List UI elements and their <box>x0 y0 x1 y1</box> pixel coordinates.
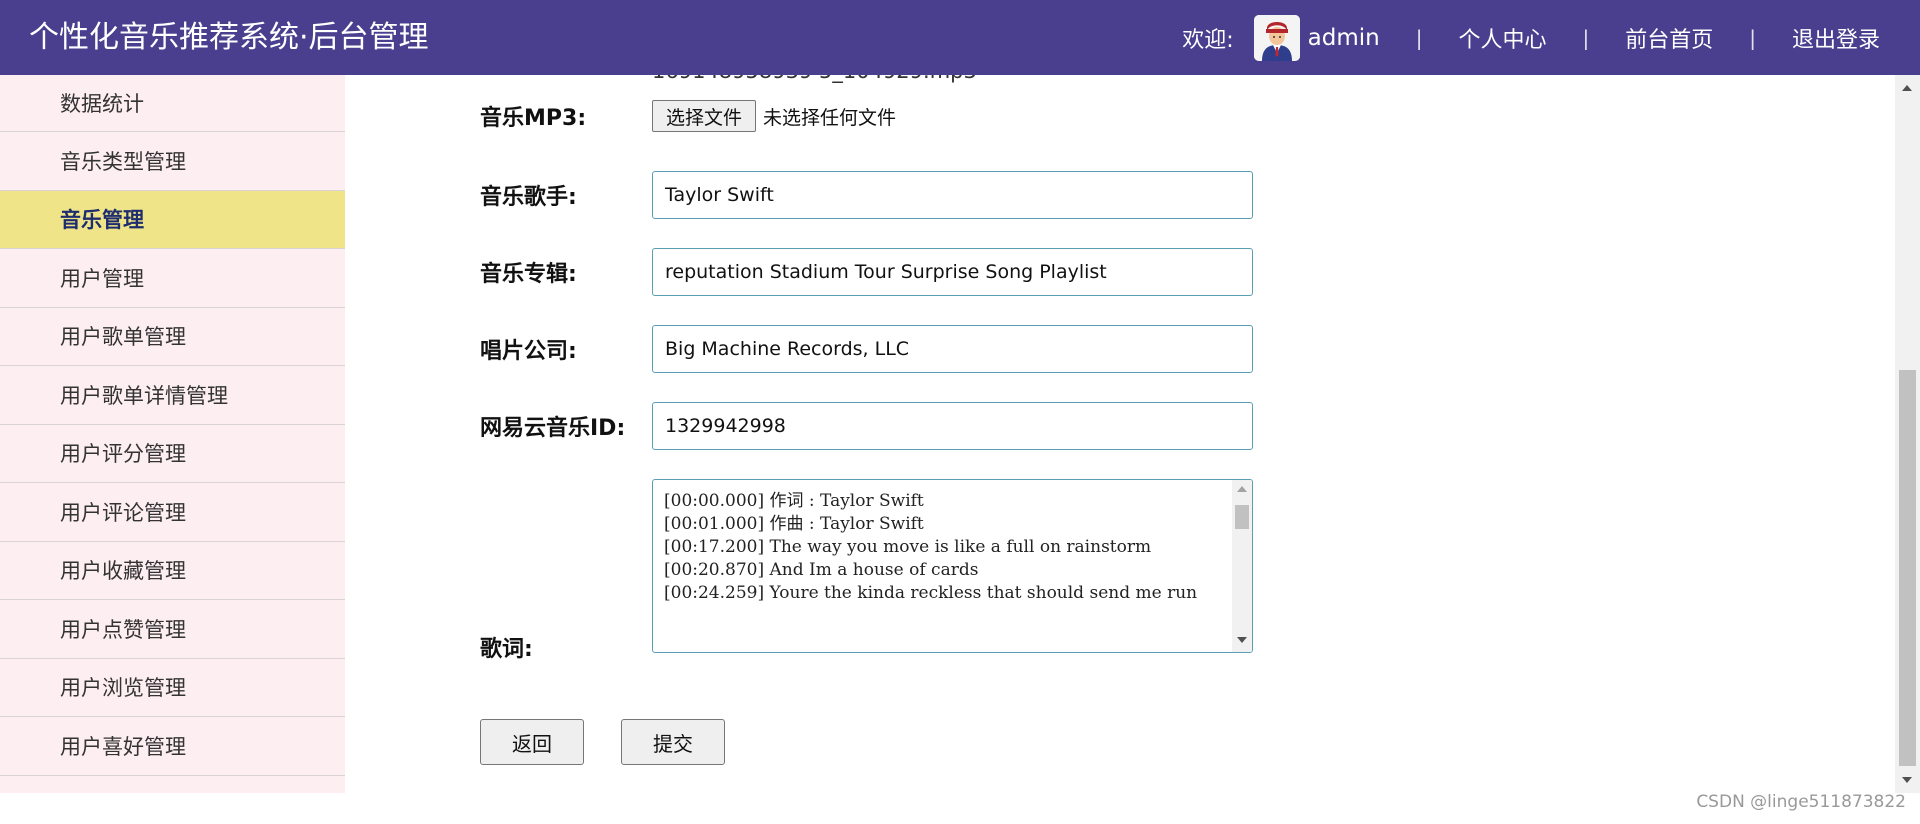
csdn-watermark: CSDN @linge511873822 <box>1696 792 1906 812</box>
current-username[interactable]: admin <box>1308 25 1380 51</box>
page-scroll-up-arrow-icon[interactable] <box>1902 85 1912 91</box>
sidebar-item-music[interactable]: 音乐管理 <box>0 190 345 249</box>
user-avatar-icon <box>1253 15 1300 61</box>
lyrics-label: 歌词: <box>480 637 533 662</box>
back-button[interactable]: 返回 <box>480 719 584 765</box>
album-input[interactable]: reputation Stadium Tour Surprise Song Pl… <box>652 248 1253 296</box>
scroll-up-arrow-icon[interactable] <box>1237 486 1247 492</box>
sidebar-item-user-preferences[interactable]: 用户喜好管理 <box>0 717 345 776</box>
netease-id-input[interactable]: 1329942998 <box>652 402 1253 450</box>
lyrics-textarea[interactable]: [00:00.000] 作词 : Taylor Swift [00:01.000… <box>652 479 1253 653</box>
choose-file-button[interactable]: 选择文件 <box>652 100 756 132</box>
current-mp3-filename: 169148958939 5_104929.mp3 <box>652 75 977 84</box>
top-header: 个性化音乐推荐系统·后台管理 欢迎: admin | 个人中心 | 前台首页 |… <box>0 0 1920 75</box>
file-status-text: 未选择任何文件 <box>763 106 897 129</box>
netease-id-label: 网易云音乐ID: <box>480 416 626 441</box>
lyrics-scroll-thumb[interactable] <box>1235 505 1249 529</box>
nav-profile-link[interactable]: 个人中心 <box>1458 22 1546 54</box>
album-row: 音乐专辑: reputation Stadium Tour Surprise S… <box>480 248 1253 296</box>
scroll-down-arrow-icon[interactable] <box>1237 637 1247 643</box>
submit-button[interactable]: 提交 <box>621 719 725 765</box>
lyrics-scrollbar[interactable] <box>1232 480 1252 652</box>
netease-id-row: 网易云音乐ID: 1329942998 <box>480 402 1253 450</box>
sidebar-item-playlist-details[interactable]: 用户歌单详情管理 <box>0 366 345 425</box>
album-label: 音乐专辑: <box>480 262 577 287</box>
artist-input[interactable]: Taylor Swift <box>652 171 1253 219</box>
sidebar-item-user-playlists[interactable]: 用户歌单管理 <box>0 308 345 366</box>
page-scrollbar[interactable] <box>1895 75 1920 793</box>
record-label-row: 唱片公司: Big Machine Records, LLC <box>480 325 1253 373</box>
sidebar-item-user-ratings[interactable]: 用户评分管理 <box>0 425 345 483</box>
mp3-row: 音乐MP3: 选择文件 未选择任何文件 <box>480 98 896 134</box>
app-title: 个性化音乐推荐系统·后台管理 <box>29 20 429 55</box>
sidebar-menu: 数据统计 音乐类型管理 音乐管理 用户管理 用户歌单管理 用户歌单详情管理 用户… <box>0 75 345 793</box>
main-content: 169148958939 5_104929.mp3 音乐MP3: 选择文件 未选… <box>345 75 1895 793</box>
nav-logout-link[interactable]: 退出登录 <box>1792 22 1880 54</box>
artist-label: 音乐歌手: <box>480 185 577 210</box>
welcome-text: 欢迎: <box>1182 28 1234 53</box>
page-scroll-thumb[interactable] <box>1899 370 1916 766</box>
sidebar-item-statistics[interactable]: 数据统计 <box>0 75 345 132</box>
sidebar-item-users[interactable]: 用户管理 <box>0 249 345 308</box>
sidebar-item-user-comments[interactable]: 用户评论管理 <box>0 483 345 542</box>
page-scroll-down-arrow-icon[interactable] <box>1902 777 1912 783</box>
mp3-label: 音乐MP3: <box>480 106 587 131</box>
nav-separator: | <box>1749 26 1756 50</box>
sidebar-item-music-types[interactable]: 音乐类型管理 <box>0 132 345 191</box>
nav-frontpage-link[interactable]: 前台首页 <box>1625 22 1713 54</box>
sidebar-item-user-favorites[interactable]: 用户收藏管理 <box>0 542 345 600</box>
nav-separator: | <box>1415 26 1423 50</box>
sidebar-item-user-likes[interactable]: 用户点赞管理 <box>0 600 345 659</box>
lyrics-text[interactable]: [00:00.000] 作词 : Taylor Swift [00:01.000… <box>664 490 1226 605</box>
record-label-input[interactable]: Big Machine Records, LLC <box>652 325 1253 373</box>
sidebar-item-user-browsing[interactable]: 用户浏览管理 <box>0 659 345 717</box>
nav-separator: | <box>1582 26 1590 50</box>
artist-row: 音乐歌手: Taylor Swift <box>480 171 1253 219</box>
record-label-label: 唱片公司: <box>480 339 577 364</box>
top-nav: 欢迎: admin | 个人中心 | 前台首页 | 退出登录 <box>1182 15 1880 61</box>
